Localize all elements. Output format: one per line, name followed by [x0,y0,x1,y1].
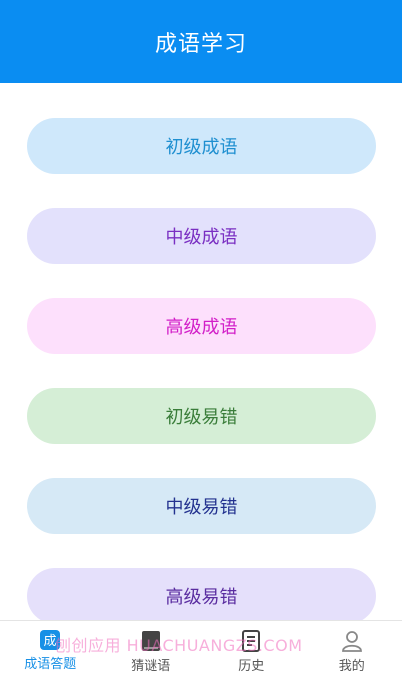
tab-idiom-quiz[interactable]: 成 成语答题 [0,621,101,671]
document-icon [239,629,263,653]
level-button-beginner-idioms[interactable]: 初级成语 [27,118,376,174]
tab-label: 成语答题 [24,653,76,672]
level-button-advanced-mistakes[interactable]: 高级易错 [27,568,376,620]
idiom-quiz-icon-text: 成 [44,634,57,649]
level-list: 初级成语 中级成语 高级成语 初级易错 中级易错 高级易错 [0,83,402,620]
page-title: 成语学习 [155,26,247,58]
level-button-advanced-idioms[interactable]: 高级成语 [27,298,376,354]
tab-riddles[interactable]: 猜谜语 [101,621,202,671]
tab-mine[interactable]: 我的 [302,621,402,671]
tab-label: 我的 [339,655,365,674]
user-icon [340,629,364,653]
level-button-label: 中级易错 [166,493,238,519]
level-button-beginner-mistakes[interactable]: 初级易错 [27,388,376,444]
level-button-label: 高级易错 [166,583,238,609]
level-button-label: 初级成语 [166,133,238,159]
header-bar: 成语学习 [0,0,402,83]
tab-label: 历史 [238,655,264,674]
tab-history[interactable]: 历史 [201,621,302,671]
level-button-label: 中级成语 [166,223,238,249]
level-button-intermediate-idioms[interactable]: 中级成语 [27,208,376,264]
book-icon [139,629,163,653]
level-button-label: 高级成语 [166,313,238,339]
idiom-quiz-icon: 成 [38,629,62,651]
level-button-label: 初级易错 [166,403,238,429]
level-button-intermediate-mistakes[interactable]: 中级易错 [27,478,376,534]
bottom-tab-bar: 成 成语答题 猜谜语 历史 [0,620,402,671]
tab-label: 猜谜语 [131,655,170,674]
